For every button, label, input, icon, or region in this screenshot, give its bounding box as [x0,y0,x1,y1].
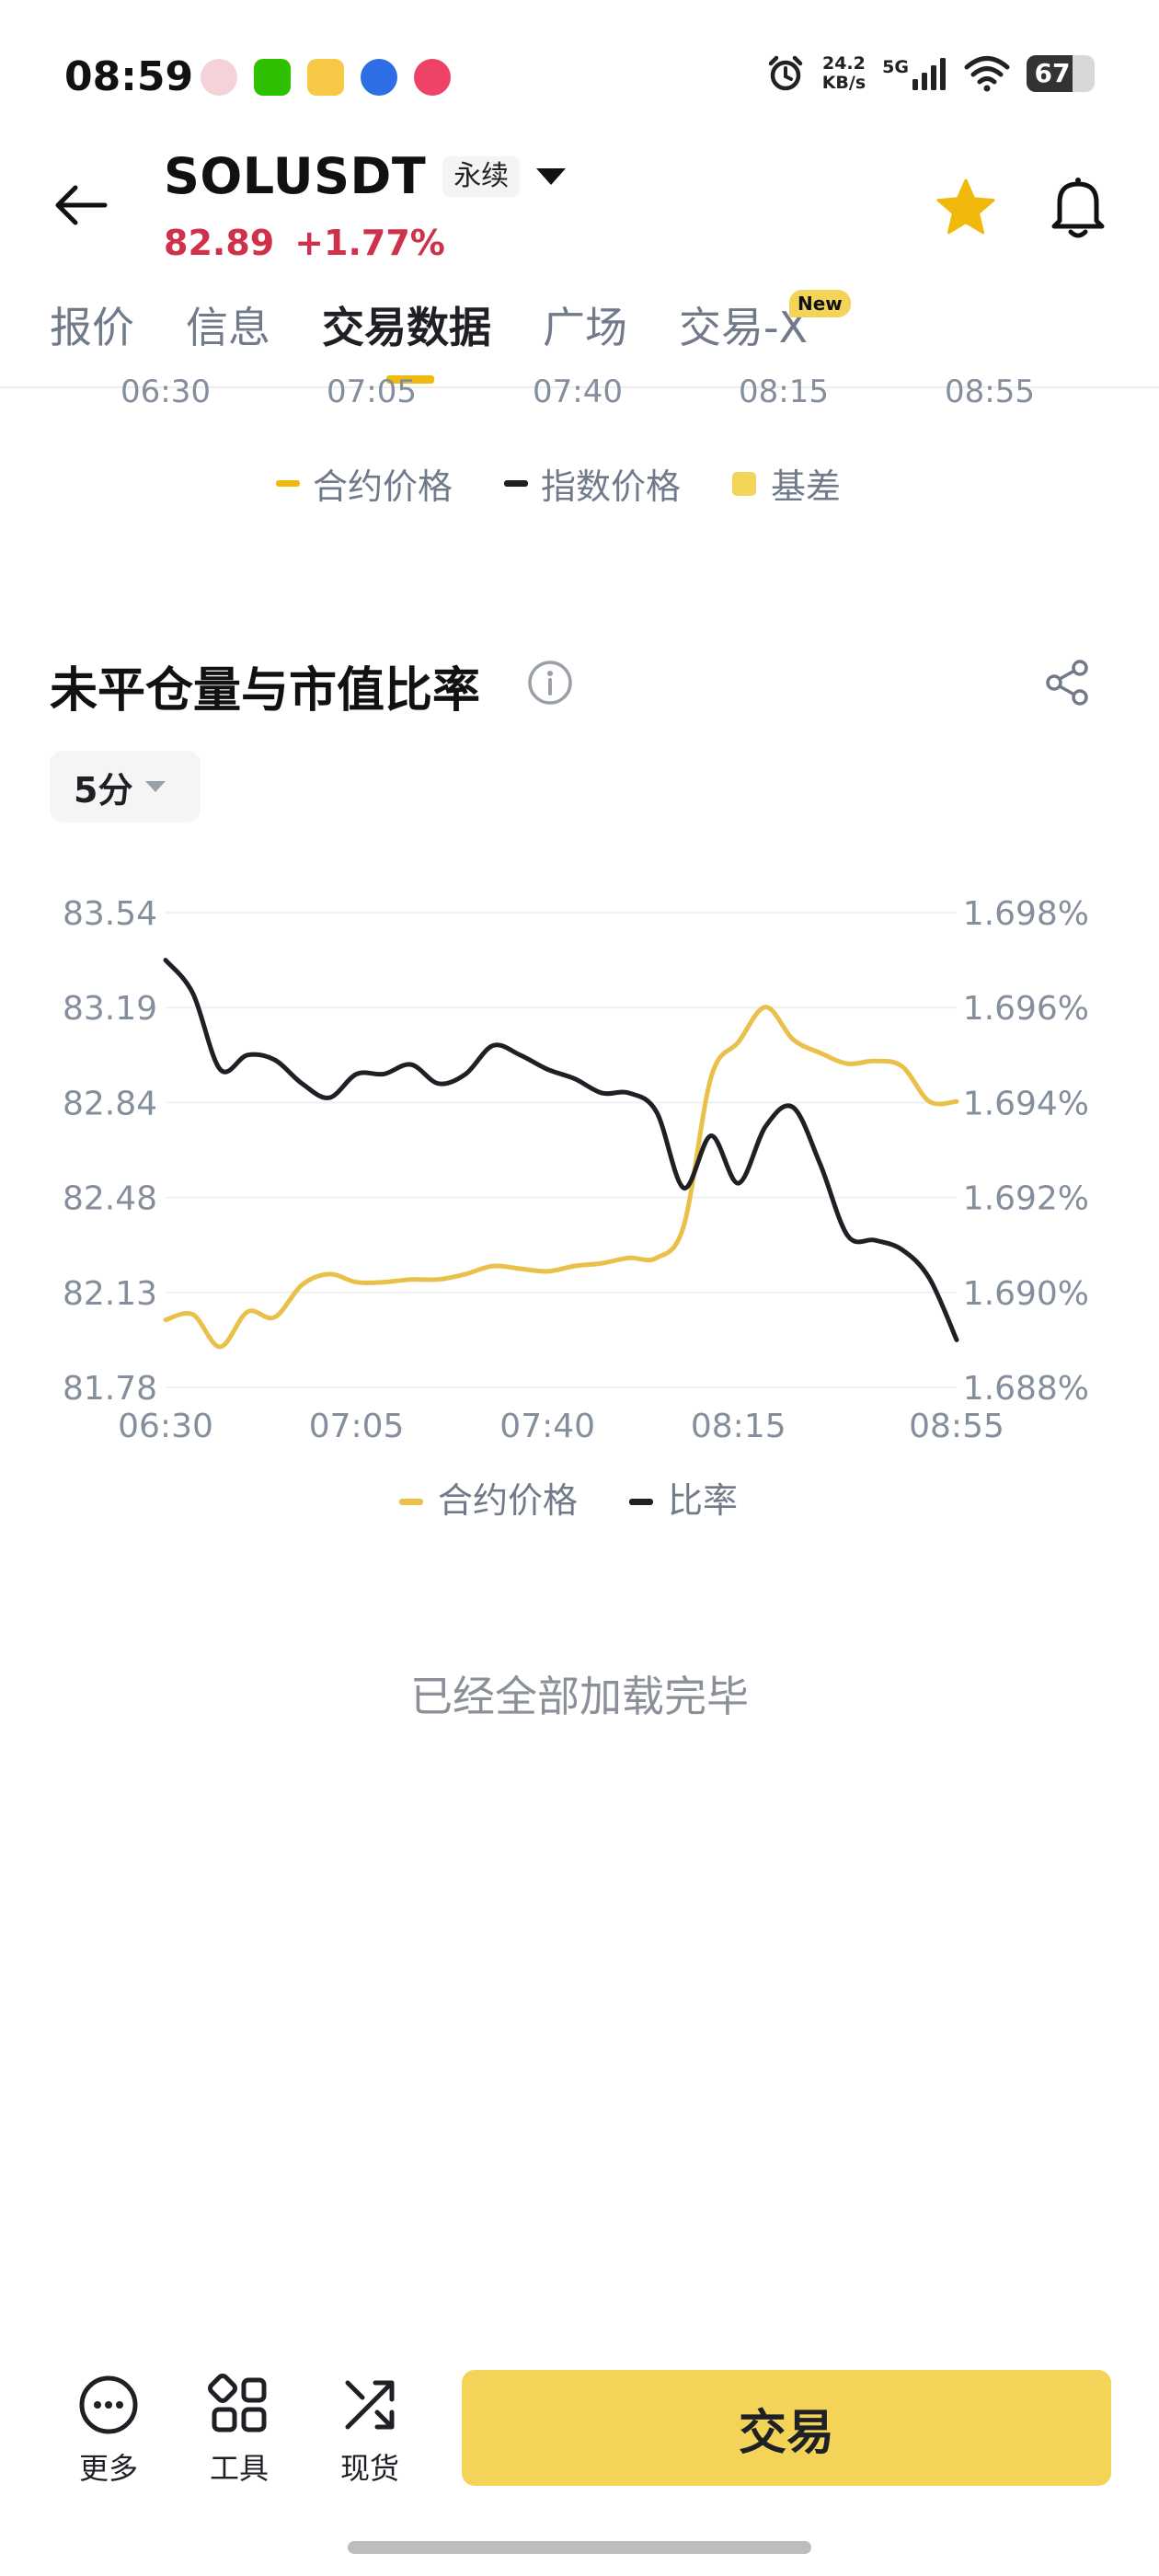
bell-icon [1051,178,1105,238]
net-speed-unit: KB/s [821,73,866,93]
wechat-icon [254,59,291,96]
x-tick: 06:30 [118,1408,213,1445]
prev-chart-legend: 合约价格 指数价格 基差 [276,458,841,509]
interval-label: 5分 [74,769,133,811]
all-loaded-text: 已经全部加载完毕 [410,1672,749,1721]
legend-swatch [732,471,757,496]
legend-swatch [504,480,529,487]
wifi-icon [964,56,1010,92]
nav-spot[interactable]: 现货 [324,2372,416,2488]
net-speed-value: 24.2 [821,53,866,74]
tab-square[interactable]: 广场 [543,294,627,381]
info-icon[interactable] [526,659,574,707]
home-indicator[interactable] [348,2541,811,2554]
nav-label: 工具 [209,2451,269,2486]
avatar-app-icon [201,59,237,96]
y-left-tick: 81.78 [63,1370,157,1408]
symbol-selector[interactable]: SOLUSDT 永续 [164,147,567,205]
tab-bar: 报价 信息 交易数据 广场 交易-X [50,294,859,386]
interval-selector[interactable]: 5分 [50,751,201,822]
tools-icon [208,2374,267,2432]
red-app-icon [414,59,451,96]
oi-ratio-chart: 83.54 1.698% 83.19 1.696% 82.84 1.694% 82.48 1.… [63,895,1089,1521]
legend-index-price[interactable]: 指数价格 [504,458,681,509]
last-price: 82.89 [164,223,275,263]
legend-label: 基差 [771,466,842,507]
net-speed: 24.2 KB/s [822,54,866,93]
chevron-down-icon [536,167,567,185]
alarm-icon [768,55,802,91]
legend-label: 比率 [668,1480,738,1521]
prev-x-tick: 07:05 [327,379,417,410]
legend-basis[interactable]: 基差 [732,458,841,509]
x-tick: 08:55 [909,1408,1004,1445]
legend-swatch [399,1499,423,1505]
legend-label: 合约价格 [438,1480,578,1521]
notification-icons [201,59,451,96]
legend-swatch [629,1499,653,1505]
prev-chart-x-axis: 06:30 07:05 07:40 08:15 08:55 [0,379,1159,416]
battery-icon: 67 [1027,55,1095,92]
status-bar: 08:59 24.2 KB/s 5G 67 [0,0,1159,156]
signal-icon [912,58,946,90]
tab-trading-data[interactable]: 交易数据 [322,294,491,384]
more-icon [79,2375,138,2434]
tab-quotes[interactable]: 报价 [50,294,134,381]
change-percent: +1.77% [294,223,445,263]
browser-app-icon [361,59,397,96]
share-icon[interactable] [1041,655,1096,710]
caret-down-icon [145,781,166,792]
prev-x-tick: 08:55 [945,379,1035,410]
network-type: 5G [882,57,909,77]
nav-label: 现货 [339,2451,399,2486]
alert-button[interactable] [1041,169,1115,243]
arrow-left-icon [55,185,108,225]
section-title: 未平仓量与市值比率 [50,663,481,719]
favorite-button[interactable] [931,173,1001,243]
prev-x-tick: 06:30 [120,379,211,410]
bottom-nav: 更多 工具 现货 [63,2372,416,2488]
tab-info[interactable]: 信息 [186,294,270,381]
x-tick: 07:05 [309,1408,405,1445]
prev-x-tick: 07:40 [533,379,623,410]
spot-icon [345,2380,395,2430]
y-right-tick: 1.688% [963,1370,1089,1408]
new-badge: New [789,290,851,317]
price-change: 82.89 +1.77% [164,223,445,263]
y-left-tick: 83.19 [63,990,157,1028]
nav-label: 更多 [78,2451,138,2486]
y-left-tick: 82.48 [63,1180,157,1218]
prev-x-tick: 08:15 [739,379,829,410]
signal-indicator: 5G [882,57,947,90]
star-icon [936,178,995,235]
x-tick: 07:40 [499,1408,595,1445]
nav-tools[interactable]: 工具 [193,2372,285,2488]
y-right-tick: 1.698% [963,895,1089,933]
nav-more[interactable]: 更多 [63,2372,155,2488]
y-right-tick: 1.692% [963,1180,1089,1218]
trade-button[interactable]: 交易 [462,2370,1111,2486]
y-left-tick: 82.13 [63,1275,157,1313]
y-left-tick: 82.84 [63,1085,157,1122]
y-right-tick: 1.690% [963,1275,1089,1313]
contract-type-badge: 永续 [442,155,521,197]
legend-label: 合约价格 [313,466,453,507]
x-tick: 08:15 [691,1408,786,1445]
y-right-tick: 1.694% [963,1085,1089,1122]
series-line-contract-price [163,1005,959,1350]
legend-swatch [276,480,300,487]
status-time: 08:59 [64,53,194,100]
weibo-icon [307,59,344,96]
legend-label: 指数价格 [541,466,682,507]
y-right-tick: 1.696% [963,990,1089,1028]
symbol-name: SOLUSDT [164,147,427,205]
legend-contract-price[interactable]: 合约价格 [276,458,453,509]
battery-level: 67 [1034,58,1071,88]
y-left-tick: 83.54 [63,895,157,933]
back-button[interactable] [46,175,116,236]
series-line-ratio [163,958,959,1342]
system-indicators: 24.2 KB/s 5G 67 [765,53,1095,94]
